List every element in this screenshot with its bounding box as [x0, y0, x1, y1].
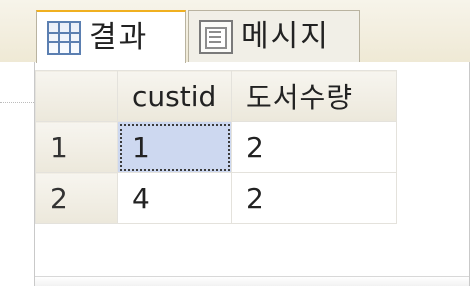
- table-row[interactable]: 1 1 2: [35, 121, 397, 173]
- column-header-book-count[interactable]: 도서수량: [231, 70, 397, 122]
- row-header-corner[interactable]: [35, 70, 118, 122]
- row-number-cell[interactable]: 1: [35, 121, 118, 173]
- custid-cell[interactable]: 4: [117, 172, 232, 224]
- tab-results[interactable]: 결과: [36, 10, 186, 63]
- messages-icon: [199, 19, 233, 54]
- splitter-guide: [0, 102, 34, 103]
- column-header-custid[interactable]: custid: [117, 70, 232, 122]
- row-number-cell[interactable]: 2: [35, 172, 118, 224]
- tab-results-label: 결과: [89, 19, 149, 55]
- tab-messages-label: 메시지: [241, 18, 330, 54]
- results-header-row: custid 도서수량: [35, 70, 397, 122]
- results-grid-icon: [47, 20, 81, 55]
- tab-messages[interactable]: 메시지: [188, 10, 360, 62]
- table-row[interactable]: 2 4 2: [35, 172, 397, 224]
- results-grid[interactable]: custid 도서수량 1 1 2 2 4 2: [35, 70, 397, 224]
- book-count-cell[interactable]: 2: [231, 172, 397, 224]
- grid-bottom-edge: [35, 276, 469, 286]
- book-count-cell[interactable]: 2: [231, 121, 397, 173]
- custid-cell[interactable]: 1: [117, 121, 232, 173]
- result-tabs-bar: 결과 메시지: [0, 0, 470, 63]
- results-grid-panel: custid 도서수량 1 1 2 2 4 2: [34, 62, 470, 286]
- query-results-window: 결과 메시지 custid 도서수량 1 1 2 2 4 2: [0, 0, 470, 286]
